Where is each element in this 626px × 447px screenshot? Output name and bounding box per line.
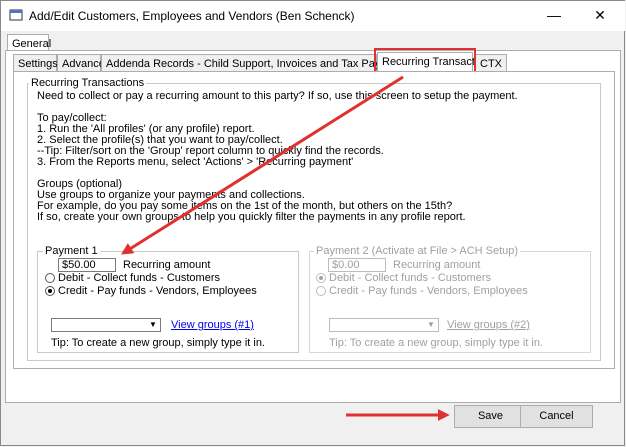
annotation-arrows — [120, 75, 450, 421]
dialog-window: Add/Edit Customers, Employees and Vendor… — [0, 0, 625, 446]
arrow-to-payment-1 — [120, 75, 404, 255]
